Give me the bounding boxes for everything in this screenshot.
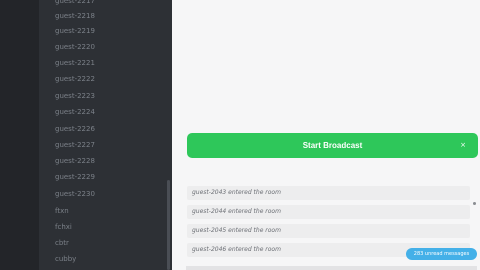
user-item[interactable]: cbtr [55,237,69,249]
user-item[interactable]: guest-2224 [55,106,95,118]
message-composer[interactable] [186,266,477,270]
user-item[interactable]: guest-2229 [55,171,95,183]
user-item[interactable]: guest-2217 [55,0,95,7]
user-item[interactable]: guest-2222 [55,73,95,85]
user-item[interactable]: guest-2218 [55,10,95,22]
message-text: guest-2046 entered the room [192,246,281,253]
user-item[interactable]: ftxn [55,205,69,217]
unread-messages-label: 283 unread messages [413,251,470,257]
left-rail [0,0,39,270]
sidebar-scrollbar[interactable] [167,180,170,270]
start-broadcast-button[interactable]: Start Broadcast × [187,133,478,158]
message-item: guest-2044 entered the room [187,205,470,219]
user-item[interactable]: cubby [55,253,76,265]
feed-scroll-indicator[interactable] [473,202,476,205]
close-icon[interactable]: × [460,133,466,158]
message-text: guest-2043 entered the room [192,189,281,196]
user-item[interactable]: guest-2221 [55,57,95,69]
user-item[interactable]: guest-2223 [55,90,95,102]
message-text: guest-2044 entered the room [192,208,281,215]
message-text: guest-2045 entered the room [192,227,281,234]
user-item[interactable]: guest-2228 [55,155,95,167]
user-item[interactable]: guest-2219 [55,25,95,37]
user-item[interactable]: guest-2230 [55,188,95,200]
user-item[interactable]: guest-2220 [55,41,95,53]
user-item[interactable]: fchxi [55,221,72,233]
unread-messages-button[interactable]: 283 unread messages [406,248,477,260]
message-item: guest-2043 entered the room [187,186,470,200]
user-item[interactable]: guest-2226 [55,123,95,135]
message-item: guest-2045 entered the room [187,224,470,238]
user-item[interactable]: guest-2227 [55,139,95,151]
main-panel: Start Broadcast × guest-2043 entered the… [172,0,480,270]
start-broadcast-label: Start Broadcast [302,141,363,150]
user-sidebar: guest-2217 guest-2218 guest-2219 guest-2… [39,0,172,270]
